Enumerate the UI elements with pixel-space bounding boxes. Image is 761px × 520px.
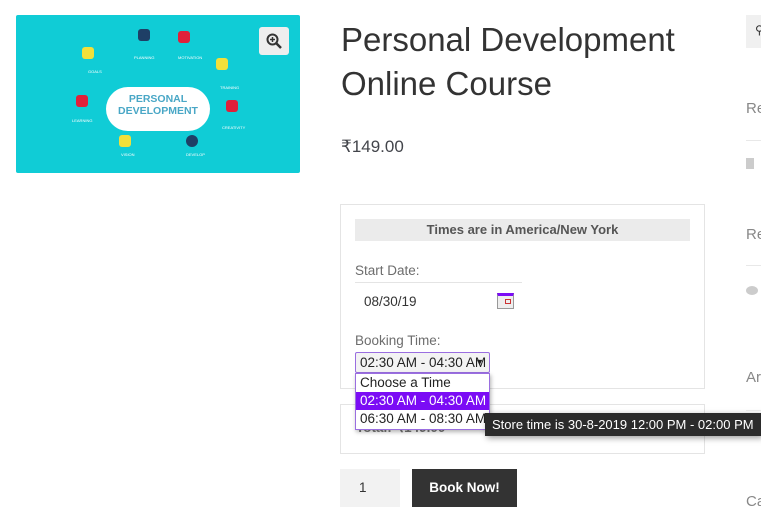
- option-0630[interactable]: 06:30 AM - 08:30 AM: [356, 410, 489, 428]
- image-label: LEARNING: [72, 118, 93, 123]
- option-0230[interactable]: 02:30 AM - 04:30 AM: [356, 392, 489, 410]
- creativity-icon: [226, 100, 238, 112]
- divider: [746, 410, 761, 411]
- sidebar-item[interactable]: Re: [746, 100, 761, 117]
- divider: [746, 140, 761, 141]
- image-label: PLANNING: [134, 55, 155, 60]
- planning-icon: [138, 29, 150, 41]
- store-time-tooltip: Store time is 30-8-2019 12:00 PM - 02:00…: [485, 413, 761, 436]
- product-image[interactable]: PERSONAL DEVELOPMENT GOALS PLANNING MOTI…: [16, 15, 300, 173]
- image-label: MOTIVATION: [178, 55, 203, 60]
- booking-time-options: Choose a Time 02:30 AM - 04:30 AM 06:30 …: [355, 373, 490, 430]
- image-label: DEVELOP: [186, 152, 205, 157]
- option-choose[interactable]: Choose a Time: [356, 374, 489, 392]
- image-label: TRAINING: [220, 85, 240, 90]
- zoom-button[interactable]: [259, 27, 289, 55]
- product-price: ₹149.00: [341, 137, 404, 156]
- training-icon: [216, 58, 228, 70]
- booking-time-label: Booking Time:: [355, 333, 441, 348]
- calendar-icon[interactable]: [497, 293, 514, 309]
- book-now-button[interactable]: Book Now!: [412, 469, 517, 507]
- image-label: GOALS: [88, 69, 102, 74]
- develop-icon: [186, 135, 198, 147]
- dropdown-arrow-icon: ▼: [475, 357, 484, 367]
- learning-icon: [76, 95, 88, 107]
- image-label: VISION: [121, 152, 135, 157]
- sidebar-item[interactable]: Ca: [746, 493, 761, 510]
- product-title: Personal Development Online Course: [341, 21, 675, 102]
- quantity-input[interactable]: 1: [340, 469, 400, 507]
- divider: [746, 265, 761, 266]
- timezone-note: Times are in America/New York: [355, 219, 690, 241]
- magnifier-plus-icon: [266, 33, 282, 49]
- selected-time: 02:30 AM - 04:30 AM: [360, 355, 487, 370]
- search-icon: ⚲: [755, 23, 761, 37]
- search-box[interactable]: ⚲: [746, 15, 761, 48]
- sidebar-item[interactable]: Ar: [746, 369, 761, 386]
- thumbs-up-icon: [178, 31, 190, 43]
- start-date-label: Start Date:: [355, 263, 420, 278]
- document-icon: [746, 158, 754, 169]
- booking-time-select[interactable]: 02:30 AM - 04:30 AM ▼: [355, 352, 490, 373]
- comment-icon: [746, 286, 758, 295]
- goals-icon: [82, 47, 94, 59]
- sidebar-item[interactable]: Re: [746, 226, 761, 243]
- image-heading: PERSONAL DEVELOPMENT: [118, 93, 198, 117]
- image-label: CREATIVITY: [222, 125, 246, 130]
- vision-icon: [119, 135, 131, 147]
